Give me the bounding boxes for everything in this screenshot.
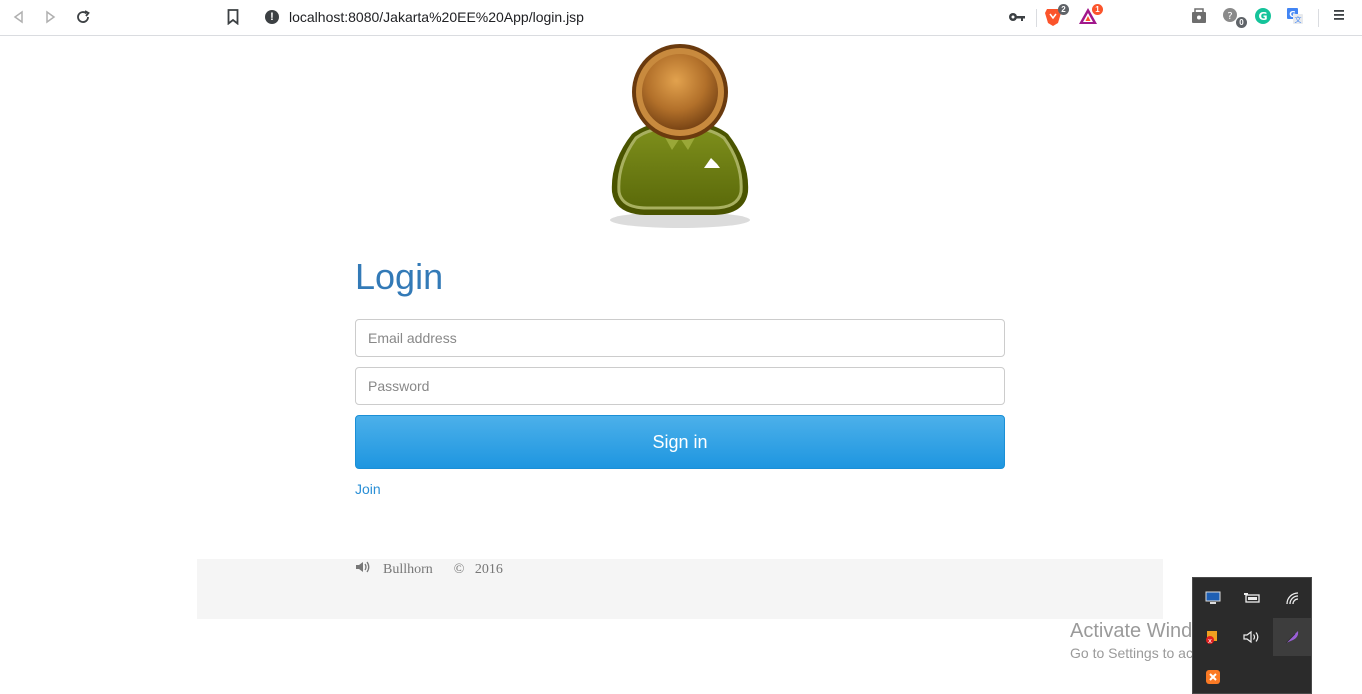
user-avatar-icon	[610, 44, 750, 228]
ext-badge: 0	[1236, 17, 1247, 28]
email-field[interactable]	[355, 319, 1005, 357]
tray-xampp-icon[interactable]	[1202, 666, 1224, 688]
menu-icon	[1334, 10, 1344, 20]
grammarly-icon: G	[1255, 8, 1271, 24]
tray-wifi-icon[interactable]	[1282, 587, 1304, 609]
tray-display-icon[interactable]	[1202, 587, 1224, 609]
wallet-icon	[1192, 8, 1206, 23]
key-icon[interactable]	[1008, 11, 1026, 23]
page-title: Login	[355, 256, 444, 297]
grammarly-button[interactable]: G	[1254, 7, 1274, 27]
join-link[interactable]: Join	[355, 481, 381, 497]
brave-shield-button[interactable]: 2	[1044, 4, 1069, 27]
info-icon[interactable]: !	[265, 10, 279, 24]
address-bar[interactable]: ! localhost:8080/Jakarta%20EE%20App/logi…	[256, 4, 1034, 30]
toolbar-separator	[1036, 9, 1037, 27]
forward-button[interactable]	[38, 6, 62, 28]
browser-toolbar: ! localhost:8080/Jakarta%20EE%20App/logi…	[0, 0, 1362, 36]
tray-volume-icon[interactable]	[1241, 626, 1263, 648]
back-button[interactable]	[7, 6, 31, 28]
menu-button[interactable]	[1332, 7, 1352, 27]
tray-feather-icon[interactable]	[1281, 626, 1303, 648]
svg-text:G: G	[1258, 10, 1267, 23]
forward-icon	[46, 10, 56, 24]
reload-icon	[77, 10, 90, 23]
back-icon	[13, 10, 23, 24]
reload-button[interactable]	[71, 6, 95, 28]
svg-text:x: x	[1208, 637, 1212, 645]
wallet-button[interactable]	[1190, 7, 1210, 27]
tray-overflow-popup: x	[1192, 577, 1312, 694]
speaker-icon	[356, 561, 370, 573]
svg-text:?: ?	[1227, 11, 1232, 22]
sign-in-button[interactable]: Sign in	[355, 415, 1005, 469]
password-field[interactable]	[355, 367, 1005, 405]
svg-text:文: 文	[1295, 15, 1302, 24]
bookmark-button[interactable]	[221, 6, 245, 28]
brave-rewards-button[interactable]: 1	[1078, 4, 1103, 27]
brave-badge: 2	[1058, 4, 1069, 15]
footer: Bullhorn © 2016	[197, 559, 1163, 619]
tray-warning-icon[interactable]: x	[1202, 626, 1224, 648]
footer-text: Bullhorn © 2016	[383, 562, 503, 577]
tray-battery-icon[interactable]	[1241, 587, 1263, 609]
rewards-badge: 1	[1092, 4, 1103, 15]
translate-button[interactable]: G文	[1286, 7, 1306, 27]
toolbar-separator-2	[1318, 9, 1319, 27]
url-text[interactable]: localhost:8080/Jakarta%20EE%20App/login.…	[289, 9, 584, 25]
translate-icon: G文	[1287, 8, 1303, 24]
extension-button[interactable]: ? 0	[1222, 7, 1247, 28]
bookmark-icon	[227, 9, 239, 25]
